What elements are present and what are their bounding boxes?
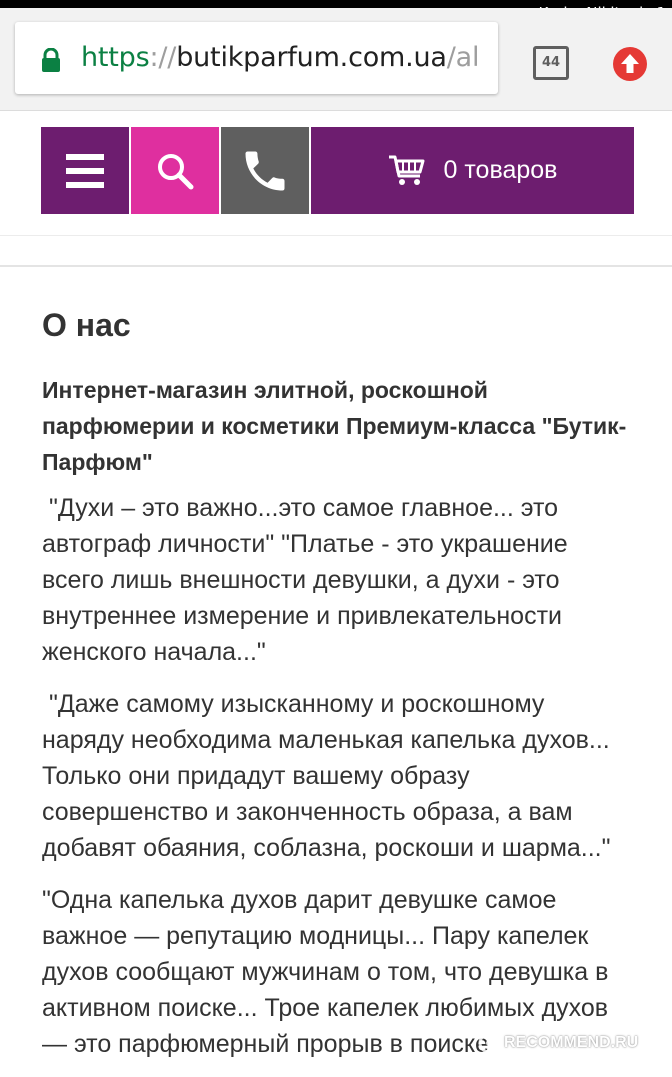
url-separator: ://	[149, 42, 177, 73]
watermark-text: RECOMMEND.RU	[504, 1034, 639, 1051]
url-scheme: https	[81, 42, 150, 73]
url-host: butikparfum.com.ua	[176, 42, 447, 73]
cart-icon	[388, 155, 425, 185]
phone-button[interactable]	[221, 127, 309, 214]
tab-count: 44	[541, 55, 561, 70]
recommend-logo-icon	[478, 1032, 500, 1054]
cart-button[interactable]: 0 товаров	[311, 127, 634, 214]
cart-count-label: 0 товаров	[443, 156, 558, 184]
about-content: О нас Интернет-магазин элитной, роскошно…	[42, 290, 632, 1062]
watermark: RECOMMEND.RU	[478, 1032, 638, 1054]
address-bar[interactable]: https://butikparfum.com.ua/al	[15, 22, 498, 94]
search-button[interactable]	[131, 127, 219, 214]
about-paragraph: "Даже самому изысканному и роскошному на…	[42, 690, 611, 862]
url-path: /al	[446, 42, 480, 73]
page-title: О нас	[42, 307, 131, 343]
about-paragraph: "Духи – это важно...это самое главное...…	[42, 494, 568, 666]
tab-switcher-button[interactable]: 44	[533, 46, 569, 80]
browser-toolbar: https://butikparfum.com.ua/al 44	[0, 8, 672, 111]
menu-button[interactable]	[41, 127, 129, 214]
section-divider	[0, 235, 672, 267]
hamburger-icon	[66, 153, 104, 188]
lock-icon	[42, 48, 60, 72]
phone-icon	[245, 151, 285, 190]
about-subheading: Интернет-магазин элитной, роскошной парф…	[42, 377, 627, 475]
url-text: https://butikparfum.com.ua/al	[81, 22, 480, 94]
search-icon	[158, 153, 194, 189]
update-icon[interactable]	[612, 46, 648, 82]
site-nav: 0 товаров	[41, 127, 634, 214]
